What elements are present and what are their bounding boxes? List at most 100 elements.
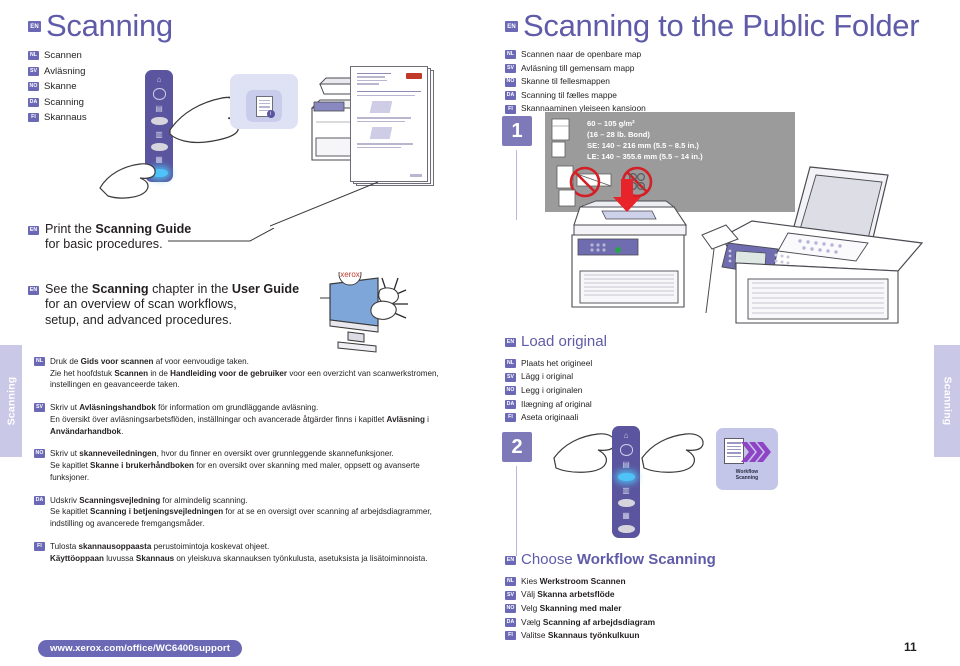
language-badge-da: DA: [505, 399, 516, 409]
left-heading-row: EN Scanning: [28, 10, 328, 41]
footer-url[interactable]: www.xerox.com/office/WC6400support: [38, 638, 243, 657]
panel-button-copy-active[interactable]: [617, 472, 635, 482]
side-tab-left: Scanning: [0, 345, 22, 457]
paragraph-run: En översikt över avläsningsarbetsflöden,…: [50, 414, 387, 424]
printer-platen-illustration: [701, 166, 924, 324]
illustration-choose-workflow: ⌂ ▤ ▥ ▦ Workflow Scanning: [553, 426, 896, 548]
svg-text:xerox: xerox: [340, 272, 360, 279]
red-arrow-icon: [613, 179, 641, 212]
language-badge-sv: SV: [505, 590, 516, 600]
translation-label: Kies Werkstroom Scannen: [521, 575, 626, 589]
callout2-line1-bold: Scanning: [91, 282, 149, 296]
language-badge-en: EN: [505, 338, 516, 347]
translation-item: NL Plaats het origineel: [505, 357, 805, 371]
panel-button-3[interactable]: [617, 524, 635, 533]
translation-label: Skannaus: [44, 112, 87, 124]
paragraph-heading-text: Tulosta skannausoppaasta perustoimintoja…: [50, 541, 269, 553]
paragraph-run-bold: Användarhandbok: [50, 426, 122, 436]
language-badge-sv: SV: [505, 372, 516, 382]
illustration-print-guide: ⌂ ▤ ▥ ▦ i: [99, 62, 450, 227]
paragraph-run: för information om grundläggande avläsni…: [155, 403, 319, 413]
translation-label: Scannen naar de openbare map: [521, 49, 642, 59]
control-panel-strip: ⌂ ▤ ▥ ▦: [612, 426, 640, 538]
translation-label: Skanne: [44, 81, 77, 93]
workflow-scanning-tile[interactable]: Workflow Scanning: [716, 428, 778, 490]
language-badge-fi: FI: [34, 541, 45, 551]
translation-item: NO Skanne til fellesmappen: [505, 75, 945, 89]
paragraph-heading-text: Skriv ut skanneveiledningen, hvor du fin…: [50, 448, 394, 460]
side-tab-right-label: Scanning: [941, 376, 954, 426]
translation-pre: Välj: [521, 589, 538, 600]
language-badge-fi: FI: [505, 104, 516, 114]
paragraph-run-bold: skannausoppaasta: [78, 541, 152, 551]
panel-button-2[interactable]: [150, 142, 168, 152]
xerox-logo: [406, 73, 422, 79]
load-original-translations: NL Plaats het origineel SV Lägg i original N…: [505, 357, 805, 425]
language-badge-fi: FI: [28, 113, 39, 123]
page-title: Scanning: [46, 8, 173, 43]
translation-bold: Werkstroom Scannen: [539, 575, 626, 586]
step2-number-badge: 2: [502, 432, 532, 462]
language-badge-nl: NL: [28, 51, 39, 61]
language-badge-no: NO: [28, 82, 39, 92]
callout2-line1-bold2: User Guide: [231, 282, 300, 296]
fax-icon: ▥: [155, 129, 163, 139]
choose-workflow-title-pre: Choose: [521, 551, 577, 568]
paragraph-body-text: En översikt över avläsningsarbetsflöden,…: [50, 414, 454, 437]
paragraph-run: perustoimintoja koskevat ohjeet.: [151, 541, 270, 551]
media-spec-line: 60 – 105 g/m²: [587, 119, 635, 128]
language-badge-nl: NL: [34, 357, 45, 366]
media-spec-line: SE: 140 – 216 mm (5.5 – 8.5 in.): [587, 141, 699, 150]
panel-button-1[interactable]: [150, 116, 168, 126]
translation-item: NL Kies Werkstroom Scannen: [505, 575, 835, 589]
translation-item: DA Vælg Scanning af arbejdsdiagram: [505, 616, 835, 630]
language-badge-sv: SV: [28, 66, 39, 76]
paragraph-run: Skriv ut: [50, 449, 80, 459]
paragraph-run-bold: Handleiding voor de gebruiker: [170, 368, 288, 378]
load-original-heading-row: EN Load original: [505, 334, 805, 350]
callout-user-guide: EN See the Scanning chapter in the User …: [28, 282, 358, 328]
language-badge-no: NO: [505, 77, 516, 87]
translation-pre: Kies: [521, 575, 540, 586]
callout2-line2: for an overview of scan workflows,: [45, 297, 237, 312]
illustration-load-original: [556, 166, 956, 330]
language-badge-en: EN: [505, 556, 516, 565]
paragraph-body-text: Se kapitlet Skanne i brukerhåndboken for…: [50, 460, 454, 483]
paragraph-run-bold: Avläsning: [386, 414, 425, 424]
translation-label: Velg Skanning med maler: [521, 602, 622, 616]
language-badge-no: NO: [34, 449, 45, 459]
language-badge-da: DA: [505, 617, 516, 627]
media-spec-lines: 60 – 105 g/m² (16 – 28 lb. Bond) SE: 140 –…: [587, 118, 703, 162]
load-original-title: Load original: [521, 333, 607, 350]
workflow-scanning-icon: [724, 436, 771, 468]
paragraph-run: Druk de: [50, 357, 81, 366]
language-paragraph-block: DA Udskriv Scanningsvejledning for almind…: [34, 495, 454, 530]
translation-item: SV Välj Skanna arbetsflöde: [505, 588, 835, 602]
paragraph-run: .: [121, 426, 124, 436]
translation-item: NO Velg Skanning med maler: [505, 602, 835, 616]
print-guide-tile[interactable]: i: [246, 90, 282, 122]
paragraph-run: in de: [148, 368, 171, 378]
home-icon: ⌂: [623, 431, 629, 441]
language-paragraph-block: NO Skriv ut skanneveiledningen, hvor du f…: [34, 448, 454, 483]
paragraph-run: Tulosta: [50, 541, 79, 551]
translation-label: Scanning til fælles mappe: [521, 89, 617, 100]
side-tab-right: Scanning: [934, 345, 960, 457]
callout-line2: for basic procedures.: [45, 237, 163, 252]
guide-page-front: [350, 66, 428, 182]
step1-rule: [516, 150, 518, 220]
left-paragraph-list: NL Druk de Gids voor scannen af voor eenv…: [34, 356, 454, 575]
translation-item: FI Aseta originaali: [505, 411, 805, 425]
translation-pre: Valitse: [521, 630, 548, 641]
side-tab-left-label: Scanning: [5, 376, 18, 426]
choose-workflow-title-bold: Workflow Scanning: [576, 551, 716, 568]
leader-line-callout1: [168, 228, 275, 242]
paragraph-heading-row: SV Skriv ut Avläsningshandbok för informa…: [34, 402, 454, 414]
support-url-label[interactable]: www.xerox.com/office/WC6400support: [38, 640, 243, 657]
choose-workflow-heading-block: EN Choose Workflow Scanning NL Kies Werks…: [505, 552, 835, 643]
translation-label: Välj Skanna arbetsflöde: [521, 588, 615, 602]
paragraph-heading-row: NL Druk de Gids voor scannen af voor eenv…: [34, 356, 454, 368]
right-heading-translations: NL Scannen naar de openbare map SV Avläsnin…: [505, 48, 945, 116]
panel-button-2[interactable]: [617, 498, 635, 508]
paragraph-run-bold: Käyttöoppaan: [50, 553, 104, 563]
